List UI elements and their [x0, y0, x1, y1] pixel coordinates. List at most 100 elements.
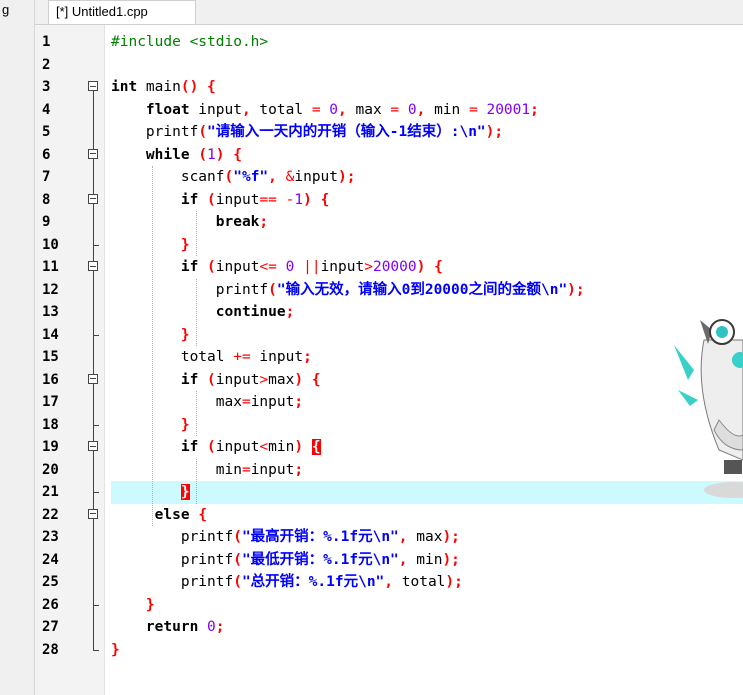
fold-collapse-icon[interactable]: [88, 76, 100, 99]
fold-guide: [88, 166, 100, 189]
code-line[interactable]: 14 }: [0, 323, 743, 346]
fold-collapse-icon[interactable]: [88, 143, 100, 166]
tab-untitled1[interactable]: [*] Untitled1.cpp: [48, 0, 196, 24]
code-text: while (1) {: [145, 146, 242, 163]
indent-guide: [196, 458, 197, 504]
code-line[interactable]: 1 #include <stdio.h>: [0, 31, 743, 54]
code-text: max=input;: [111, 394, 304, 410]
line-number: 8: [42, 191, 51, 208]
code-line[interactable]: 23 printf("最高开销：%.1f元\n", max);: [0, 526, 743, 549]
fold-guide: [88, 121, 100, 144]
code-text: printf("请输入一天内的开销（输入-1结束）:\n");: [111, 124, 504, 140]
code-text: }: [111, 641, 120, 658]
line-number: 7: [42, 169, 51, 185]
fold-collapse-icon[interactable]: [88, 368, 100, 391]
line-number: 18: [42, 416, 59, 433]
line-number: 28: [42, 641, 59, 658]
code-line[interactable]: 7 scanf("%f", &input);: [0, 166, 743, 189]
line-number: 4: [42, 101, 51, 118]
indent-guide: [196, 211, 197, 256]
code-text: printf("最高开销：%.1f元\n", max);: [111, 529, 460, 545]
fold-guide: [88, 458, 100, 481]
code-text: }: [180, 484, 190, 500]
line-number: 20: [42, 461, 59, 478]
code-line[interactable]: 2: [0, 54, 743, 77]
code-text: printf("最低开销：%.1f元\n", min);: [111, 551, 460, 568]
fold-guide: [88, 413, 100, 436]
code-line[interactable]: 18 }: [0, 413, 743, 436]
code-line[interactable]: 17 max=input;: [0, 391, 743, 414]
code-line[interactable]: 16 if (input>max) {: [0, 368, 743, 391]
fold-collapse-icon[interactable]: [88, 436, 100, 459]
code-text: min=input;: [111, 461, 304, 478]
line-number: 22: [42, 506, 59, 523]
code-text: }: [180, 326, 190, 343]
line-number: 21: [42, 484, 59, 500]
code-text: if (input<min) {: [180, 439, 321, 455]
line-number: 27: [42, 619, 59, 635]
code-line[interactable]: 27 return 0;: [0, 616, 743, 639]
code-line[interactable]: 24 printf("最低开销：%.1f元\n", min);: [0, 548, 743, 571]
fold-guide: [88, 98, 100, 121]
line-number: 14: [42, 326, 59, 343]
fold-guide: [88, 638, 100, 662]
code-line[interactable]: 22 else {: [0, 503, 743, 526]
code-text: }: [180, 416, 190, 433]
code-text: return 0;: [145, 619, 225, 635]
indent-guide: [152, 166, 153, 526]
line-number: 6: [42, 146, 51, 163]
line-number: 3: [42, 79, 51, 95]
fold-collapse-icon[interactable]: [88, 188, 100, 211]
fold-collapse-icon[interactable]: [88, 256, 100, 279]
fold-guide: [88, 278, 100, 301]
code-line[interactable]: 9 break;: [0, 211, 743, 234]
code-line[interactable]: 6 while (1) {: [0, 143, 743, 166]
code-line[interactable]: 4 float input, total = 0, max = 0, min =…: [0, 98, 743, 121]
line-number: 25: [42, 574, 59, 590]
code-line[interactable]: 28}: [0, 638, 743, 662]
fold-guide: [88, 526, 100, 549]
code-line[interactable]: 19 if (input<min) {: [0, 436, 743, 459]
indent-guide: [196, 391, 197, 436]
fold-guide: [88, 571, 100, 594]
code-line[interactable]: 20 min=input;: [0, 458, 743, 481]
line-number: 10: [42, 236, 59, 253]
line-number: 5: [42, 124, 51, 140]
code-text: }: [180, 236, 190, 253]
code-line[interactable]: 3 int main() {: [0, 76, 743, 99]
code-text: #include <stdio.h>: [111, 34, 269, 50]
code-text: float input, total = 0, max = 0, min = 2…: [145, 101, 539, 118]
code-line[interactable]: 15 total += input;: [0, 346, 743, 369]
code-line[interactable]: 12 printf("输入无效，请输入0到20000之间的金额\n");: [0, 278, 743, 301]
fold-guide: [88, 616, 100, 639]
code-text: if (input<= 0 ||input>20000) {: [180, 259, 443, 275]
editor-tab-bar: [*] Untitled1.cpp: [35, 0, 743, 25]
line-number: 12: [42, 281, 59, 298]
code-text: else {: [154, 506, 208, 523]
code-line[interactable]: 21 }: [0, 481, 743, 504]
fold-guide: [88, 211, 100, 234]
fold-guide: [88, 301, 100, 324]
code-line[interactable]: 10 }: [0, 233, 743, 256]
fold-guide: [88, 233, 100, 256]
code-text: scanf("%f", &input);: [111, 169, 356, 185]
line-number: 17: [42, 394, 59, 410]
indent-guide: [196, 278, 197, 346]
code-line[interactable]: 25 printf("总开销：%.1f元\n", total);: [0, 571, 743, 594]
line-number: 26: [42, 596, 59, 613]
fold-guide: [88, 346, 100, 369]
code-line[interactable]: 5 printf("请输入一天内的开销（输入-1结束）:\n");: [0, 121, 743, 144]
code-line[interactable]: 8 if (input== -1) {: [0, 188, 743, 211]
line-number: 24: [42, 551, 59, 568]
fold-guide: [88, 323, 100, 346]
code-text: printf("总开销：%.1f元\n", total);: [111, 574, 463, 590]
code-line[interactable]: 26 }: [0, 593, 743, 616]
code-line[interactable]: 11 if (input<= 0 ||input>20000) {: [0, 256, 743, 279]
code-text: continue;: [215, 304, 295, 320]
code-text: printf("输入无效，请输入0到20000之间的金额\n");: [111, 281, 585, 298]
line-number: 19: [42, 439, 59, 455]
current-line-highlight: [111, 481, 743, 504]
code-line[interactable]: 13 continue;: [0, 301, 743, 324]
code-text: if (input== -1) {: [180, 191, 330, 208]
fold-collapse-icon[interactable]: [88, 503, 100, 526]
